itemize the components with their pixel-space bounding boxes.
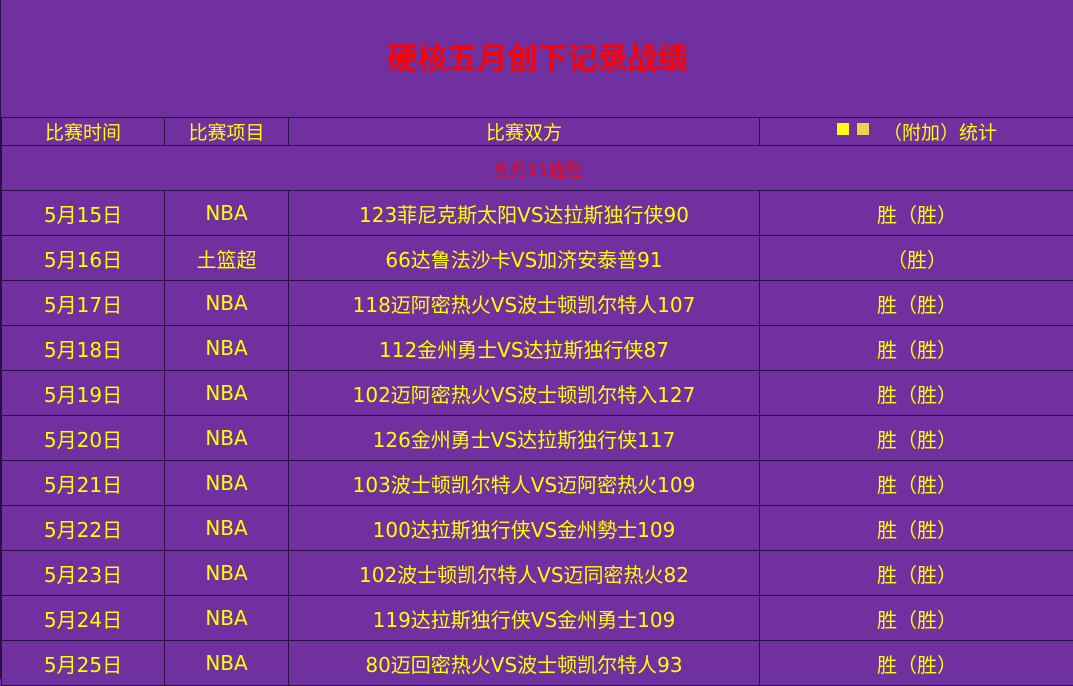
cell-date[interactable]: 5月18日 (2, 326, 165, 371)
table-row: 5月18日NBA112金州勇士VS达拉斯独行侠87胜（胜） (2, 326, 1073, 371)
cell-date[interactable]: 5月22日 (2, 506, 165, 551)
header-event[interactable]: 比赛项目 (165, 118, 289, 146)
table-row: 5月24日NBA119达拉斯独行侠VS金州勇士109胜（胜） (2, 596, 1073, 641)
cell-event[interactable]: NBA (165, 506, 289, 551)
cell-date[interactable]: 5月15日 (2, 191, 165, 236)
cell-result[interactable]: 胜（胜） (760, 506, 1073, 551)
cell-matchup[interactable]: 66达鲁法沙卡VS加济安泰普91 (289, 236, 760, 281)
table-row: 5月20日NBA126金州勇士VS达拉斯独行侠117胜（胜） (2, 416, 1073, 461)
table-row: 5月23日NBA102波士顿凯尔特人VS迈同密热火82胜（胜） (2, 551, 1073, 596)
cell-matchup[interactable]: 103波士顿凯尔特人VS迈阿密热火109 (289, 461, 760, 506)
streak-subtitle[interactable]: 五月11连胜 (2, 146, 1073, 191)
cell-result[interactable]: 胜（胜） (760, 326, 1073, 371)
cell-result[interactable]: 胜（胜） (760, 371, 1073, 416)
cell-date[interactable]: 5月19日 (2, 371, 165, 416)
cell-event[interactable]: 土篮超 (165, 236, 289, 281)
sheet-title: 硬核五月创下记录战绩 (1, 0, 1073, 117)
cell-result[interactable]: 胜（胜） (760, 191, 1073, 236)
cell-matchup[interactable]: 126金州勇士VS达拉斯独行侠117 (289, 416, 760, 461)
cell-date[interactable]: 5月17日 (2, 281, 165, 326)
header-row: 比赛时间 比赛项目 比赛双方 （附加）统计 (2, 118, 1073, 146)
cell-event[interactable]: NBA (165, 371, 289, 416)
cell-date[interactable]: 5月24日 (2, 596, 165, 641)
table-row: 5月17日NBA118迈阿密热火VS波士顿凯尔特人107胜（胜） (2, 281, 1073, 326)
subtitle-row: 五月11连胜 (2, 146, 1073, 191)
header-date[interactable]: 比赛时间 (2, 118, 165, 146)
cell-matchup[interactable]: 123菲尼克斯太阳VS达拉斯独行侠90 (289, 191, 760, 236)
table-row: 5月19日NBA102迈阿密热火VS波士顿凯尔特入127胜（胜） (2, 371, 1073, 416)
header-stat-label: （附加）统计 (883, 118, 997, 145)
cell-matchup[interactable]: 100达拉斯独行侠VS金州勢士109 (289, 506, 760, 551)
cell-date[interactable]: 5月21日 (2, 461, 165, 506)
table-row: 5月22日NBA100达拉斯独行侠VS金州勢士109胜（胜） (2, 506, 1073, 551)
cell-result[interactable]: 胜（胜） (760, 551, 1073, 596)
cell-result[interactable]: 胜（胜） (760, 461, 1073, 506)
table-row: 5月21日NBA103波士顿凯尔特人VS迈阿密热火109胜（胜） (2, 461, 1073, 506)
spreadsheet-sheet: 硬核五月创下记录战绩 比赛时间 比赛项目 比赛双方 （附加）统计 五月11连胜 … (0, 0, 1073, 679)
cell-event[interactable]: NBA (165, 326, 289, 371)
cell-date[interactable]: 5月16日 (2, 236, 165, 281)
cell-date[interactable]: 5月20日 (2, 416, 165, 461)
cell-event[interactable]: NBA (165, 596, 289, 641)
cell-event[interactable]: NBA (165, 281, 289, 326)
cell-result[interactable]: 胜（胜） (760, 596, 1073, 641)
cell-matchup[interactable]: 102迈阿密热火VS波士顿凯尔特入127 (289, 371, 760, 416)
cell-matchup[interactable]: 119达拉斯独行侠VS金州勇士109 (289, 596, 760, 641)
cell-event[interactable]: NBA (165, 416, 289, 461)
results-table: 比赛时间 比赛项目 比赛双方 （附加）统计 五月11连胜 5月15日NBA123… (1, 117, 1073, 686)
cell-matchup[interactable]: 118迈阿密热火VS波士顿凯尔特人107 (289, 281, 760, 326)
yellow-square-icon (837, 123, 849, 135)
cell-result[interactable]: （胜） (760, 236, 1073, 281)
cell-event[interactable]: NBA (165, 461, 289, 506)
header-stat[interactable]: （附加）统计 (760, 118, 1073, 146)
cell-result[interactable]: 胜（胜） (760, 416, 1073, 461)
table-row: 5月15日NBA123菲尼克斯太阳VS达拉斯独行侠90胜（胜） (2, 191, 1073, 236)
cell-event[interactable]: NBA (165, 551, 289, 596)
table-row: 5月16日土篮超66达鲁法沙卡VS加济安泰普91（胜） (2, 236, 1073, 281)
cell-event[interactable]: NBA (165, 191, 289, 236)
cell-matchup[interactable]: 102波士顿凯尔特人VS迈同密热火82 (289, 551, 760, 596)
cell-date[interactable]: 5月23日 (2, 551, 165, 596)
header-matchup[interactable]: 比赛双方 (289, 118, 760, 146)
cell-result[interactable]: 胜（胜） (760, 281, 1073, 326)
yellow-square-icon (857, 123, 869, 135)
cell-matchup[interactable]: 112金州勇士VS达拉斯独行侠87 (289, 326, 760, 371)
